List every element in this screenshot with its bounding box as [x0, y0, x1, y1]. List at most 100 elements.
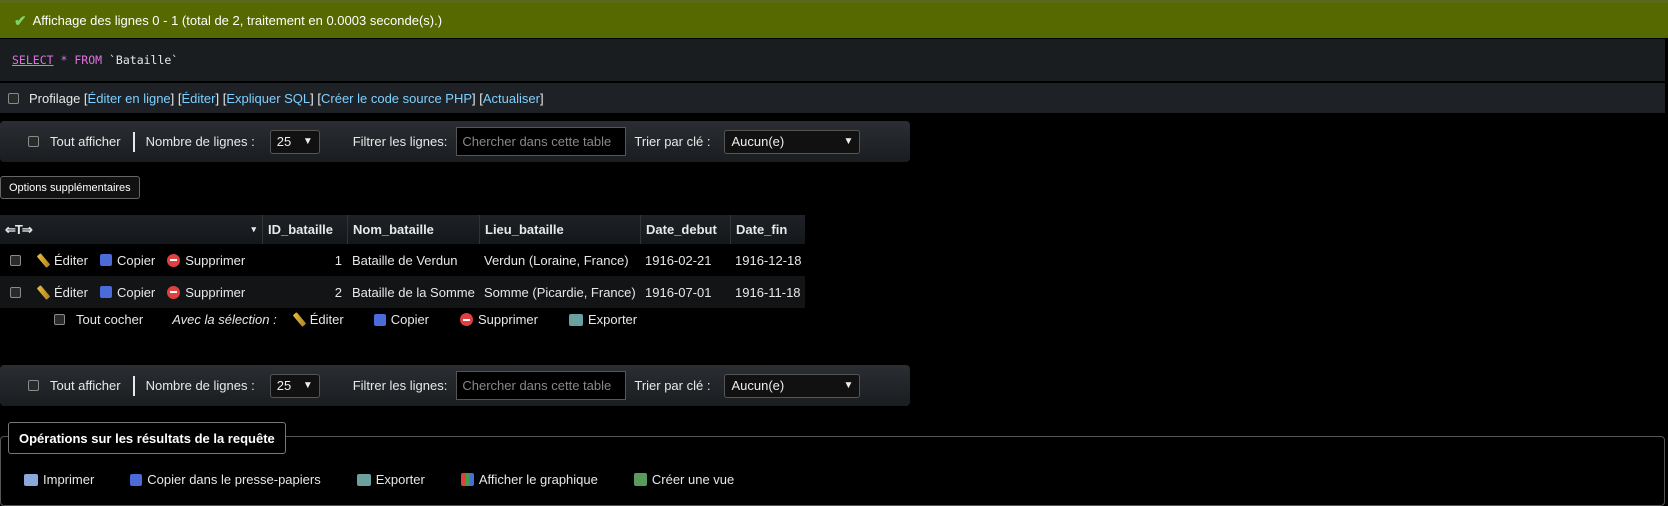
filter-rows-label: Filtrer les lignes: [352, 134, 448, 149]
check-all-label[interactable]: Tout cocher [76, 312, 143, 327]
chevron-down-icon: ▼ [302, 380, 313, 391]
copy-row-button[interactable]: Copier [99, 285, 155, 300]
delete-row-button[interactable]: Supprimer [167, 253, 245, 268]
column-header-lieu[interactable]: Lieu_bataille [479, 215, 640, 244]
export-icon [356, 473, 371, 486]
rows-count-select[interactable]: 25 ▼ [269, 129, 320, 154]
cell-date-fin[interactable]: 1916-12-18 [730, 253, 805, 268]
create-view-button[interactable]: Créer une vue [633, 472, 734, 487]
cell-id[interactable]: 2 [262, 285, 347, 300]
inline-edit-link[interactable]: Éditer en ligne [88, 91, 171, 106]
filter-rows-input[interactable]: Chercher dans cette table [456, 371, 627, 400]
rows-count-label: Nombre de lignes : [145, 378, 255, 393]
copy-to-clipboard-button[interactable]: Copier dans le presse-papiers [130, 472, 321, 487]
chevron-down-icon: ▼ [302, 136, 313, 147]
pencil-icon [292, 312, 306, 327]
export-icon [568, 313, 583, 326]
profiling-bar: Profilage [ Éditer en ligne ] [ Éditer ]… [0, 83, 1665, 113]
sort-by-key-select[interactable]: Aucun(e) ▼ [724, 129, 861, 154]
check-all-checkbox[interactable] [54, 314, 65, 325]
sort-by-key-label: Trier par clé : [634, 134, 711, 149]
refresh-link[interactable]: Actualiser [483, 91, 540, 106]
success-message-text: Affichage des lignes 0 - 1 (total de 2, … [32, 13, 443, 28]
column-header-date-debut[interactable]: Date_debut [640, 215, 730, 244]
chart-icon [460, 473, 474, 486]
printer-icon [24, 473, 38, 486]
cell-lieu[interactable]: Somme (Picardie, France) [479, 285, 640, 300]
rows-count-label: Nombre de lignes : [145, 134, 255, 149]
delete-icon [460, 313, 474, 326]
delete-icon [167, 285, 181, 299]
table-row: Éditer Copier Supprimer 2 Bataille de la… [0, 276, 805, 308]
column-header-nom[interactable]: Nom_bataille [347, 215, 479, 244]
export-button[interactable]: Exporter [356, 472, 425, 487]
rows-count-value: 25 [276, 378, 292, 393]
show-chart-button[interactable]: Afficher le graphique [460, 472, 598, 487]
separator [132, 375, 135, 396]
cell-date-debut[interactable]: 1916-07-01 [640, 285, 730, 300]
profiling-label: Profilage [29, 90, 81, 106]
results-table: ⇐T⇒ ▾ ID_bataille Nom_bataille Lieu_bata… [0, 215, 805, 308]
bottom-navigation-bar: Tout afficher Nombre de lignes : 25 ▼ Fi… [0, 365, 910, 406]
pencil-icon [36, 252, 51, 268]
chevron-down-icon: ▼ [843, 380, 854, 391]
copy-icon [99, 254, 112, 266]
top-navigation-bar: Tout afficher Nombre de lignes : 25 ▼ Fi… [0, 121, 910, 162]
sql-select-keyword[interactable]: SELECT [12, 53, 54, 67]
sql-star: * [60, 53, 68, 67]
cell-date-debut[interactable]: 1916-02-21 [640, 253, 730, 268]
checkmark-icon: ✔ [14, 12, 27, 30]
query-operations-legend: Opérations sur les résultats de la requê… [8, 422, 286, 454]
copy-icon [373, 313, 386, 326]
edit-link[interactable]: Éditer [182, 91, 216, 106]
show-all-checkbox[interactable] [28, 136, 39, 147]
cell-date-fin[interactable]: 1916-11-18 [730, 285, 805, 300]
sort-by-key-select[interactable]: Aucun(e) ▼ [724, 373, 861, 398]
create-view-icon [633, 473, 647, 486]
delete-icon [167, 253, 181, 267]
column-arrows-icon[interactable]: ⇐T⇒ [5, 222, 33, 238]
rows-count-value: 25 [276, 134, 292, 149]
profiling-checkbox[interactable] [8, 92, 19, 104]
row-checkbox[interactable] [10, 286, 21, 298]
column-header-id[interactable]: ID_bataille [262, 215, 347, 244]
filter-rows-input[interactable]: Chercher dans cette table [456, 127, 627, 156]
show-all-label: Tout afficher [50, 134, 121, 149]
bulk-delete-button[interactable]: Supprimer [460, 312, 538, 327]
copy-icon [99, 286, 112, 298]
rows-count-select[interactable]: 25 ▼ [269, 373, 320, 398]
filter-rows-label: Filtrer les lignes: [352, 378, 448, 393]
bulk-export-button[interactable]: Exporter [568, 312, 637, 327]
bulk-edit-button[interactable]: Éditer [292, 312, 344, 327]
create-php-code-link[interactable]: Créer le code source PHP [321, 91, 472, 106]
sql-from-keyword: FROM [74, 53, 103, 67]
print-button[interactable]: Imprimer [24, 472, 94, 487]
sort-by-key-value: Aucun(e) [731, 378, 785, 393]
edit-row-button[interactable]: Éditer [36, 285, 88, 300]
bulk-actions-bar: Tout cocher Avec la sélection : Éditer C… [54, 312, 649, 327]
sort-by-key-label: Trier par clé : [634, 378, 711, 393]
table-header: ⇐T⇒ ▾ ID_bataille Nom_bataille Lieu_bata… [0, 215, 805, 244]
sql-query-box[interactable]: SELECT * FROM `Bataille` [0, 39, 1665, 81]
query-operations-actions: Imprimer Copier dans le presse-papiers E… [24, 472, 770, 487]
column-header-date-fin[interactable]: Date_fin [730, 215, 805, 244]
cell-nom[interactable]: Bataille de Verdun [347, 253, 479, 268]
row-checkbox[interactable] [10, 254, 21, 266]
extra-options-button[interactable]: Options supplémentaires [0, 176, 140, 199]
column-resize-controls: ⇐T⇒ ▾ [0, 222, 262, 238]
show-all-checkbox[interactable] [28, 380, 39, 391]
delete-row-button[interactable]: Supprimer [167, 285, 245, 300]
cell-id[interactable]: 1 [262, 253, 347, 268]
cell-lieu[interactable]: Verdun (Loraine, France) [479, 253, 640, 268]
sort-dropdown-icon[interactable]: ▾ [251, 224, 256, 235]
pencil-icon [36, 284, 51, 300]
cell-nom[interactable]: Bataille de la Somme [347, 285, 479, 300]
edit-row-button[interactable]: Éditer [36, 253, 88, 268]
copy-icon [130, 473, 143, 486]
sql-table-name: `Bataille` [109, 53, 179, 67]
show-all-label: Tout afficher [50, 378, 121, 393]
bulk-copy-button[interactable]: Copier [373, 312, 429, 327]
copy-row-button[interactable]: Copier [99, 253, 155, 268]
explain-sql-link[interactable]: Expliquer SQL [226, 91, 310, 106]
table-row: Éditer Copier Supprimer 1 Bataille de Ve… [0, 244, 805, 276]
